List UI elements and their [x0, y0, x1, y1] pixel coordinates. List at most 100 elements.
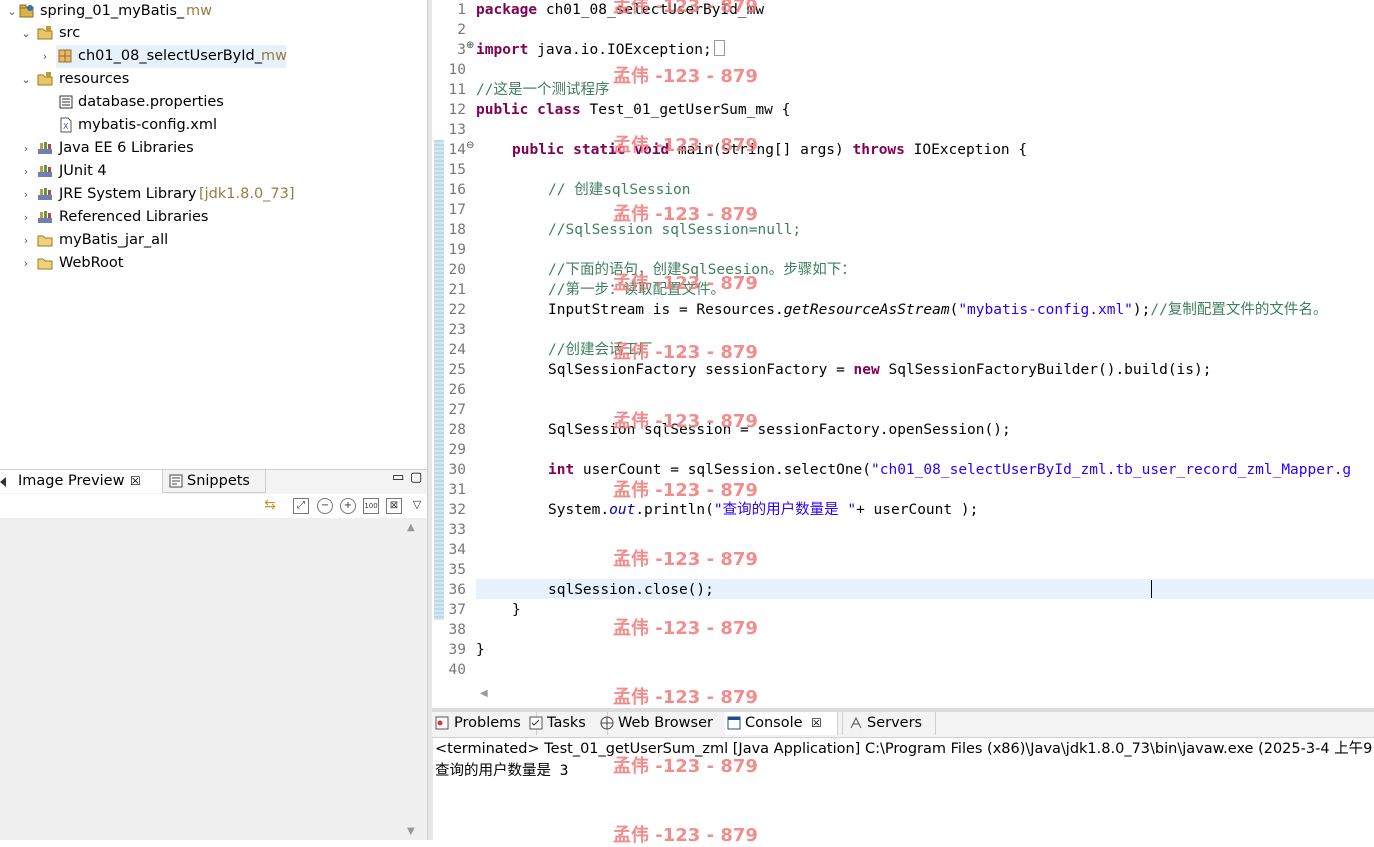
- watermark-text: 孟伟 -123 - 879: [613, 825, 758, 846]
- line-number: 17: [448, 202, 466, 218]
- tab-problems[interactable]: Problems: [432, 712, 537, 735]
- line-number: 39: [448, 642, 466, 658]
- tree-label: ch01_08_selectUserById_: [78, 48, 262, 64]
- line-number: 16: [448, 182, 466, 198]
- tree-file[interactable]: database.properties: [0, 91, 427, 114]
- tab-web-browser[interactable]: Web Browser: [598, 712, 735, 735]
- keyword: throws: [852, 142, 905, 158]
- preview-toolbar: ⇆ ⤢ − + 100 ⊠ ▽: [0, 494, 427, 518]
- code-line-3: import java.io.IOException;: [476, 40, 725, 60]
- tab-snippets[interactable]: Snippets: [162, 470, 266, 493]
- line-number: 32: [448, 502, 466, 518]
- package-explorer: ⌄ spring_01_myBatis_ mw ⌄ src › ch01_08_…: [0, 0, 427, 466]
- close-icon[interactable]: ☒: [130, 470, 141, 493]
- chevron-right-icon[interactable]: ›: [20, 160, 32, 183]
- console-process-label: <terminated> Test_01_getUserSum_zml [Jav…: [435, 741, 1374, 757]
- close-icon[interactable]: ☒: [811, 712, 822, 735]
- code-text: java.io.IOException;: [528, 42, 712, 58]
- package-icon: [58, 49, 72, 63]
- line-number: 13: [448, 122, 466, 138]
- xml-file-icon: X: [60, 117, 72, 133]
- tab-label: Web Browser: [618, 715, 713, 731]
- tree-label: myBatis_jar_all: [59, 232, 169, 248]
- code-text: SqlSessionFactoryBuilder().build(is);: [879, 362, 1212, 378]
- tree-library[interactable]: › JUnit 4: [0, 160, 427, 183]
- fit-window-icon[interactable]: ⊠: [386, 498, 402, 514]
- chevron-down-icon[interactable]: ⌄: [20, 22, 32, 45]
- scroll-up-icon[interactable]: ▲: [407, 522, 415, 533]
- library-icon: [38, 211, 52, 223]
- horizontal-scrollbar[interactable]: ◀: [476, 688, 1374, 704]
- fit-icon[interactable]: ⤢: [293, 498, 309, 514]
- globe-icon: [600, 716, 614, 730]
- code-line-14: public static void main(String[] args) t…: [512, 140, 1027, 160]
- line-number: 31: [448, 482, 466, 498]
- code-text: .println(: [635, 502, 714, 518]
- keyword: import: [476, 42, 529, 58]
- watermark-text: 孟伟 -123 - 879: [613, 273, 758, 294]
- code-text: );: [1132, 302, 1151, 318]
- tree-src[interactable]: ⌄ src: [0, 22, 427, 45]
- line-number: 14: [448, 142, 466, 158]
- tab-console[interactable]: Console ☒: [725, 712, 838, 735]
- string-literal: "mybatis-config.xml": [958, 302, 1133, 318]
- line-number: 30: [448, 462, 466, 478]
- zoom-out-icon[interactable]: −: [317, 498, 333, 514]
- actual-size-icon[interactable]: 100: [363, 498, 379, 514]
- source-folder-icon: [37, 26, 53, 40]
- tab-image-preview[interactable]: Image Preview ☒: [0, 470, 163, 493]
- tree-library[interactable]: › JRE System Library [jdk1.8.0_73]: [0, 183, 427, 206]
- tab-tasks[interactable]: Tasks: [527, 712, 608, 735]
- keyword: new: [853, 362, 880, 378]
- watermark-text: 孟伟 -123 - 879: [613, 687, 758, 708]
- library-icon: [38, 142, 52, 154]
- tasks-icon: [529, 716, 543, 730]
- code-line-11: //这是一个测试程序: [476, 82, 610, 98]
- chevron-right-icon[interactable]: ›: [20, 137, 32, 160]
- vertical-scrollbar[interactable]: ▲ ▼: [405, 522, 421, 840]
- chevron-right-icon[interactable]: ›: [39, 45, 51, 68]
- folded-marker-icon[interactable]: [713, 40, 725, 56]
- tree-folder[interactable]: › WebRoot: [0, 252, 427, 275]
- line-number: 3: [457, 42, 466, 58]
- link-editor-icon[interactable]: ⇆: [262, 498, 278, 514]
- scroll-down-icon[interactable]: ▼: [407, 826, 415, 837]
- code-text: + userCount );: [856, 502, 979, 518]
- chevron-down-icon[interactable]: ⌄: [6, 0, 18, 23]
- code-editor[interactable]: ⊕ ⊖ package ch01_08_selectUserById_mw im…: [432, 0, 1374, 708]
- tree-file[interactable]: X mybatis-config.xml: [0, 114, 427, 137]
- line-number: 20: [448, 262, 466, 278]
- line-number: 23: [448, 322, 466, 338]
- console-icon: [727, 716, 741, 730]
- expand-fold-icon[interactable]: ⊕: [466, 40, 474, 51]
- chevron-right-icon[interactable]: ›: [20, 252, 32, 275]
- scroll-left-icon[interactable]: ◀: [480, 688, 488, 699]
- library-icon: [38, 188, 52, 200]
- tree-package[interactable]: › ch01_08_selectUserById_ mw: [0, 45, 427, 68]
- keyword: class: [537, 102, 581, 118]
- tab-servers[interactable]: Servers: [842, 712, 936, 735]
- watermark-text: 孟伟 -123 - 879: [613, 204, 758, 225]
- tree-folder[interactable]: › myBatis_jar_all: [0, 229, 427, 252]
- chevron-right-icon[interactable]: ›: [20, 183, 32, 206]
- tree-library[interactable]: › Referenced Libraries: [0, 206, 427, 229]
- zoom-in-icon[interactable]: +: [340, 498, 356, 514]
- tree-library[interactable]: › Java EE 6 Libraries: [0, 137, 427, 160]
- code-line-16: // 创建sqlSession: [548, 182, 691, 198]
- tree-project[interactable]: ⌄ spring_01_myBatis_ mw: [0, 0, 427, 23]
- code-line-36: sqlSession.close();: [548, 582, 714, 598]
- maximize-icon[interactable]: ▢: [410, 470, 422, 485]
- minimize-icon[interactable]: ▭: [392, 470, 404, 485]
- chevron-down-icon[interactable]: ▽: [409, 498, 425, 514]
- collapse-fold-icon[interactable]: ⊖: [466, 140, 474, 151]
- chevron-right-icon[interactable]: ›: [20, 206, 32, 229]
- line-number: 2: [457, 22, 466, 38]
- string-literal: "ch01_08_selectUserById_zml.tb_user_reco…: [871, 462, 1352, 478]
- chevron-down-icon[interactable]: ⌄: [20, 68, 32, 91]
- tree-resources[interactable]: ⌄ resources: [0, 68, 427, 91]
- line-number: 35: [448, 562, 466, 578]
- chevron-right-icon[interactable]: ›: [20, 229, 32, 252]
- watermark-text: 孟伟 -123 - 879: [613, 66, 758, 87]
- java-project-icon: [19, 4, 34, 18]
- tree-label: resources: [59, 71, 130, 87]
